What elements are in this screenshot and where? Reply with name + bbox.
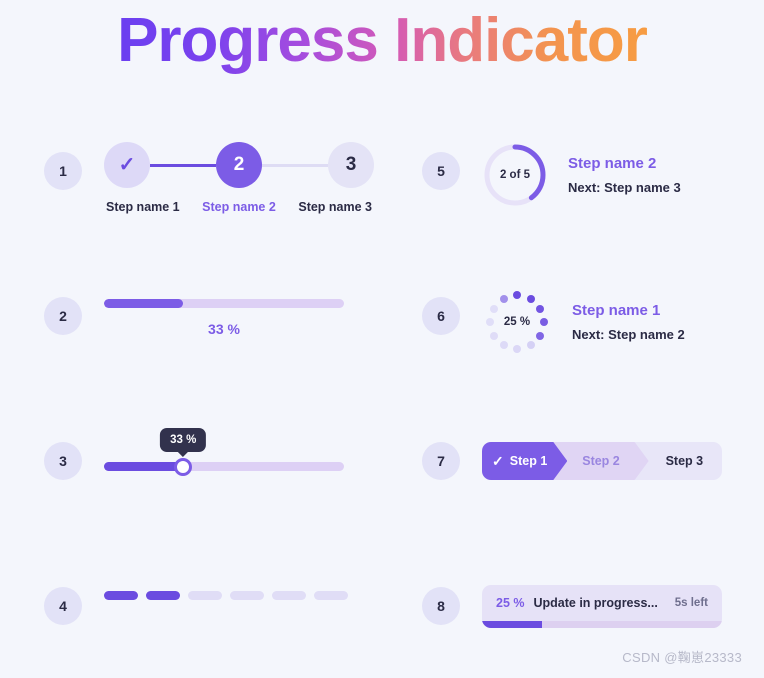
ring-label: 2 of 5	[499, 169, 531, 181]
ring-subtitle: Next: Step name 3	[568, 179, 681, 195]
progress-ring: 2 of 5	[482, 142, 548, 208]
watermark: CSDN @鞠崽23333	[622, 650, 742, 665]
dot-spinner-title: Step name 1	[572, 301, 661, 319]
indicator-grid: 1 ✓ 2 3 Step name 1 Step name 2 Step nam…	[0, 96, 764, 656]
segment-6	[314, 591, 348, 600]
update-card: 25 % Update in progress... 5s left	[482, 585, 722, 628]
spinner-dot-10	[486, 318, 494, 326]
segment-4	[230, 591, 264, 600]
item-number-badge: 7	[422, 442, 460, 480]
spinner-dot-12	[499, 294, 508, 303]
update-card-demo: 25 % Update in progress... 5s left	[482, 577, 722, 628]
spinner-dot-3	[536, 304, 545, 313]
stepper-labels: Step name 1 Step name 2 Step name 3	[104, 200, 374, 214]
dot-spinner-row: 25 % Step name 1 Next: Step name 2	[482, 287, 685, 357]
step-label-2: Step name 2	[202, 200, 276, 214]
spinner-dot-4	[540, 318, 548, 326]
check-icon: ✓	[492, 453, 504, 469]
dot-spinner-subtitle: Next: Step name 2	[572, 326, 685, 342]
stepper: ✓ 2 3 Step name 1 Step name 2 Step name …	[104, 142, 374, 214]
stepper-track: ✓ 2 3	[104, 142, 374, 188]
spinner-dot-2	[526, 294, 535, 303]
dot-spinner: 25 %	[482, 287, 552, 357]
ring-title: Step name 2	[568, 154, 657, 172]
chevron-steps: ✓ Step 1 Step 2 Step 3	[482, 442, 722, 480]
spinner-dot-11	[489, 304, 498, 313]
item-number-badge: 3	[44, 442, 82, 480]
spinner-dot-1	[513, 291, 521, 299]
demo-cell-segments: 4	[0, 531, 382, 656]
spinner-dot-6	[526, 341, 535, 350]
ring-demo: 2 of 5 Step name 2 Next: Step name 3	[482, 142, 681, 208]
demo-cell-stepper: 1 ✓ 2 3 Step name 1 Step name 2 Step nam…	[0, 96, 382, 241]
demo-cell-update-card: 8 25 % Update in progress... 5s left	[382, 531, 764, 656]
demo-cell-slider: 3 33 %	[0, 386, 382, 531]
demo-cell-ring: 5 2 of 5 Step name 2 Next: Step name 3	[382, 96, 764, 241]
chevron-steps-demo: ✓ Step 1 Step 2 Step 3	[482, 432, 722, 480]
step-node-3[interactable]: 3	[328, 142, 374, 188]
update-percent: 25 %	[496, 596, 525, 610]
chevron-step-2-label: Step 2	[582, 454, 620, 468]
update-card-row: 25 % Update in progress... 5s left	[482, 585, 722, 621]
check-icon: ✓	[118, 154, 136, 176]
item-number-badge: 5	[422, 152, 460, 190]
progress-bar-demo: 33 %	[104, 287, 344, 337]
slider-track[interactable]	[104, 457, 344, 476]
step-label-1: Step name 1	[106, 200, 180, 214]
step-node-1[interactable]: ✓	[104, 142, 150, 188]
slider-tooltip: 33 %	[160, 428, 207, 452]
step-label-3: Step name 3	[298, 200, 372, 214]
slider-knob[interactable]	[174, 457, 193, 476]
item-number-badge: 1	[44, 152, 82, 190]
update-progress-fill	[482, 621, 542, 628]
update-time-left: 5s left	[674, 597, 708, 609]
dot-spinner-demo: 25 % Step name 1 Next: Step name 2	[482, 287, 685, 357]
progress-bar-fill	[104, 299, 184, 308]
chevron-step-3-label: Step 3	[665, 454, 704, 468]
ring-row: 2 of 5 Step name 2 Next: Step name 3	[482, 142, 681, 208]
demo-cell-chevron-steps: 7 ✓ Step 1 Step 2 Step 3	[382, 386, 764, 531]
segment-2	[146, 591, 180, 600]
demo-cell-dot-spinner: 6 25 % Step name 1 Next: Step name 2	[382, 241, 764, 386]
segment-bar	[104, 577, 348, 600]
page-header: Progress Indicator	[0, 0, 764, 84]
update-message: Update in progress...	[533, 596, 658, 610]
chevron-step-2[interactable]: Step 2	[553, 442, 648, 480]
progress-bar-percent: 33 %	[208, 321, 240, 337]
slider-fill	[104, 462, 184, 471]
segment-1	[104, 591, 138, 600]
spinner-dot-7	[513, 345, 521, 353]
spinner-dot-8	[499, 341, 508, 350]
step-connector-1	[150, 163, 216, 167]
stepper-demo: ✓ 2 3 Step name 1 Step name 2 Step name …	[104, 142, 374, 214]
spinner-dot-5	[536, 331, 545, 340]
item-number-badge: 2	[44, 297, 82, 335]
segment-3	[188, 591, 222, 600]
chevron-step-1[interactable]: ✓ Step 1	[482, 442, 567, 480]
item-number-badge: 4	[44, 587, 82, 625]
page-title: Progress Indicator	[117, 2, 648, 80]
demo-cell-progress-bar: 2 33 %	[0, 241, 382, 386]
step-connector-2	[262, 163, 328, 167]
update-progress-track	[482, 621, 722, 628]
dot-spinner-text: Step name 1 Next: Step name 2	[572, 301, 685, 344]
slider-demo: 33 %	[104, 428, 344, 476]
item-number-badge: 8	[422, 587, 460, 625]
chevron-step-1-label: Step 1	[509, 454, 548, 468]
item-number-badge: 6	[422, 297, 460, 335]
ring-text: Step name 2 Next: Step name 3	[568, 154, 681, 197]
segments-demo	[104, 577, 348, 600]
spinner-dot-9	[489, 331, 498, 340]
step-node-2[interactable]: 2	[216, 142, 262, 188]
progress-bar-track	[104, 299, 344, 308]
segment-5	[272, 591, 306, 600]
